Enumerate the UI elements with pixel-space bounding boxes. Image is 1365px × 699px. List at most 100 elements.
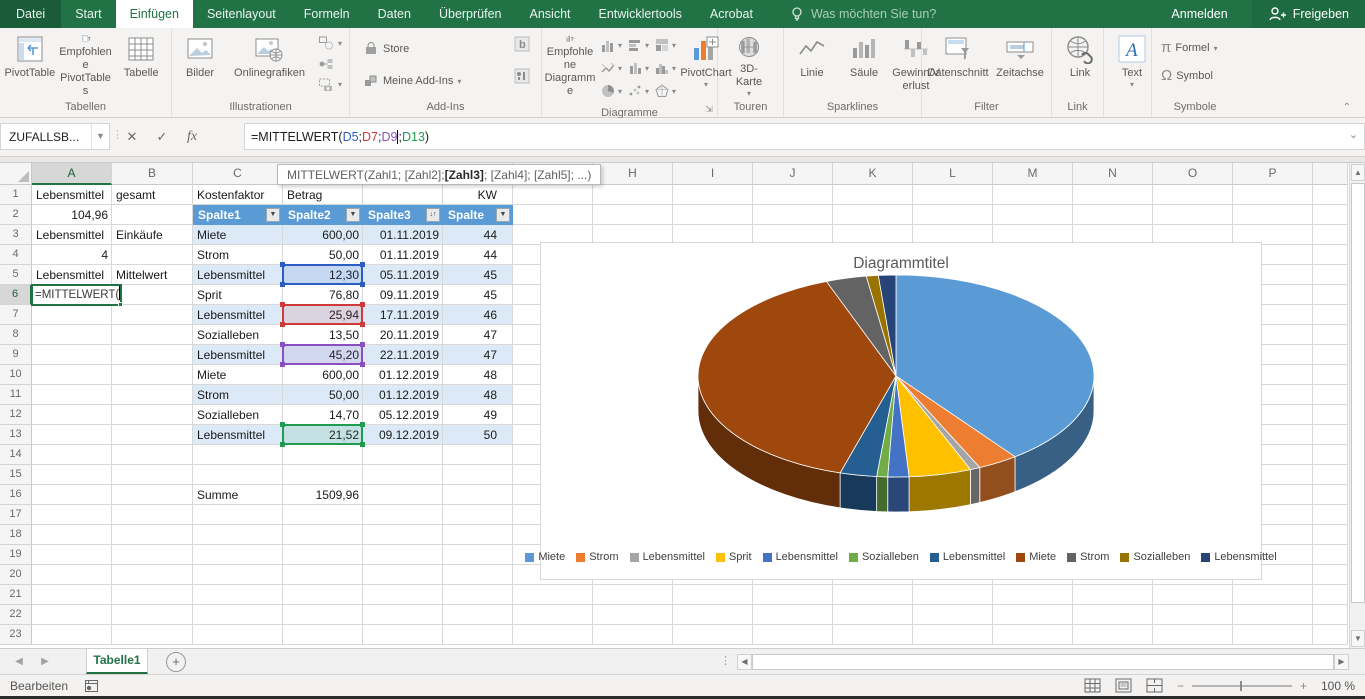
zoom-in-icon[interactable]: +	[1300, 679, 1307, 693]
pictures-button[interactable]: Bilder	[174, 30, 226, 98]
shapes-button[interactable]: ▾	[315, 33, 345, 54]
symbol-button[interactable]: Ω Symbol	[1158, 64, 1216, 88]
cell-C4[interactable]: Strom	[193, 245, 283, 265]
insert-bar-chart-button[interactable]: ▾	[625, 34, 651, 56]
my-addins-button[interactable]: Meine Add-Ins ▾	[360, 68, 464, 94]
cell-F1[interactable]: KW	[443, 185, 513, 205]
column-header-M[interactable]: M	[993, 163, 1073, 185]
table-header-spalte3[interactable]: Spalte3↓↑	[363, 205, 443, 225]
cell-E10[interactable]: 01.12.2019	[363, 365, 443, 385]
cell-D3[interactable]: 600,00	[283, 225, 363, 245]
timeline-button[interactable]: Zeitachse	[992, 30, 1048, 98]
cell-C11[interactable]: Strom	[193, 385, 283, 405]
row-header-2[interactable]: 2	[0, 205, 32, 225]
scroll-down-icon[interactable]: ▼	[1351, 630, 1365, 647]
cell-D8[interactable]: 13,50	[283, 325, 363, 345]
page-layout-view-icon[interactable]	[1115, 678, 1132, 693]
ribbon-tab-seitenlayout[interactable]: Seitenlayout	[193, 0, 290, 28]
online-pictures-button[interactable]: Onlinegrafiken	[226, 30, 313, 98]
cell-F12[interactable]: 49	[443, 405, 513, 425]
table-header-spalte2[interactable]: Spalte2▼	[283, 205, 363, 225]
column-header-O[interactable]: O	[1153, 163, 1233, 185]
cell-E13[interactable]: 09.12.2019	[363, 425, 443, 445]
cell-A1[interactable]: Lebensmittel	[32, 185, 112, 205]
insert-scatter-chart-button[interactable]: ▾	[625, 80, 651, 102]
store-button[interactable]: Store	[360, 36, 412, 62]
cell-E3[interactable]: 01.11.2019	[363, 225, 443, 245]
legend-item-miete[interactable]: Miete	[1016, 551, 1056, 563]
row-header-4[interactable]: 4	[0, 245, 32, 265]
ribbon-tab-einfügen[interactable]: Einfügen	[116, 0, 193, 28]
cell-C13[interactable]: Lebensmittel	[193, 425, 283, 445]
table-header-spalte[interactable]: Spalte▼	[443, 205, 513, 225]
sheet-tab-tabelle1[interactable]: Tabelle1	[86, 649, 148, 674]
row-header-21[interactable]: 21	[0, 585, 32, 605]
formula-input[interactable]: =MITTELWERT(D5;D7;D9;D13)⌄	[244, 123, 1365, 150]
new-sheet-button[interactable]: +	[166, 652, 186, 672]
select-all-corner[interactable]	[0, 163, 32, 185]
cell-E9[interactable]: 22.11.2019	[363, 345, 443, 365]
hscroll-grip[interactable]: ⋮	[720, 649, 731, 674]
ribbon-tab-formeln[interactable]: Formeln	[290, 0, 364, 28]
tell-me-box[interactable]: Was möchten Sie tun?	[789, 0, 936, 28]
column-header-A[interactable]: A	[32, 163, 112, 185]
column-header-L[interactable]: L	[913, 163, 993, 185]
people-graph-button[interactable]	[511, 65, 533, 87]
column-header-I[interactable]: I	[673, 163, 753, 185]
pivottable-button[interactable]: PivotTable	[2, 30, 58, 98]
row-header-5[interactable]: 5	[0, 265, 32, 285]
dialog-launcher-icon[interactable]: ⇲	[703, 103, 715, 115]
cell-C8[interactable]: Sozialleben	[193, 325, 283, 345]
cell-E5[interactable]: 05.11.2019	[363, 265, 443, 285]
row-header-22[interactable]: 22	[0, 605, 32, 625]
column-header-N[interactable]: N	[1073, 163, 1153, 185]
chart-legend[interactable]: MieteStromLebensmittelSpritLebensmittelS…	[541, 551, 1261, 563]
row-header-17[interactable]: 17	[0, 505, 32, 525]
cell-E12[interactable]: 05.12.2019	[363, 405, 443, 425]
vertical-scroll-thumb[interactable]	[1351, 183, 1365, 603]
ribbon-tab-ansicht[interactable]: Ansicht	[516, 0, 585, 28]
cell-D1[interactable]: Betrag	[283, 185, 363, 205]
column-header-H[interactable]: H	[593, 163, 673, 185]
row-header-12[interactable]: 12	[0, 405, 32, 425]
cell-C5[interactable]: Lebensmittel	[193, 265, 283, 285]
share-button[interactable]: Freigeben	[1252, 0, 1365, 28]
sort-filter-icon[interactable]: ↓↑	[426, 208, 440, 222]
row-header-19[interactable]: 19	[0, 545, 32, 565]
cell-E6[interactable]: 09.11.2019	[363, 285, 443, 305]
row-header-9[interactable]: 9	[0, 345, 32, 365]
legend-item-sozialleben[interactable]: Sozialleben	[1120, 551, 1190, 563]
collapse-ribbon-icon[interactable]: ⌃	[1343, 102, 1351, 113]
chart-title[interactable]: Diagrammtitel	[541, 255, 1261, 273]
cell-C7[interactable]: Lebensmittel	[193, 305, 283, 325]
cell-D9[interactable]: 45,20	[283, 345, 363, 365]
link-button[interactable]: Link	[1054, 30, 1106, 98]
row-header-3[interactable]: 3	[0, 225, 32, 245]
filter-dropdown-icon[interactable]: ▼	[266, 208, 280, 222]
cell-A5[interactable]: Lebensmittel	[32, 265, 112, 285]
row-header-20[interactable]: 20	[0, 565, 32, 585]
zoom-level[interactable]: 100 %	[1321, 679, 1355, 693]
cell-E4[interactable]: 01.11.2019	[363, 245, 443, 265]
horizontal-scroll-thumb[interactable]	[752, 654, 1334, 670]
cell-A4[interactable]: 4	[32, 245, 112, 265]
legend-item-miete[interactable]: Miete	[525, 551, 565, 563]
insert-pie-chart-button[interactable]: ▾	[598, 80, 624, 102]
legend-item-lebensmittel[interactable]: Lebensmittel	[763, 551, 838, 563]
page-break-view-icon[interactable]	[1146, 678, 1163, 693]
column-header-C[interactable]: C	[193, 163, 283, 185]
cell-D7[interactable]: 25,94	[283, 305, 363, 325]
cell-F11[interactable]: 48	[443, 385, 513, 405]
cell-C16[interactable]: Summe	[193, 485, 283, 505]
legend-item-sprit[interactable]: Sprit	[716, 551, 752, 563]
map-3d-button[interactable]: 3D-Karte ▾	[720, 30, 778, 98]
row-header-18[interactable]: 18	[0, 525, 32, 545]
cell-D5[interactable]: 12,30	[283, 265, 363, 285]
ribbon-tab-acrobat[interactable]: Acrobat	[696, 0, 767, 28]
zoom-out-icon[interactable]: −	[1177, 679, 1184, 693]
bing-maps-button[interactable]	[511, 33, 533, 55]
recommended-charts-button[interactable]: Empfohlene Diagramme	[544, 30, 596, 98]
recommended-pivottables-button[interactable]: Empfohlene PivotTables	[58, 30, 114, 98]
row-header-1[interactable]: 1	[0, 185, 32, 205]
insert-hierarchy-chart-button[interactable]: ▾	[652, 34, 678, 56]
